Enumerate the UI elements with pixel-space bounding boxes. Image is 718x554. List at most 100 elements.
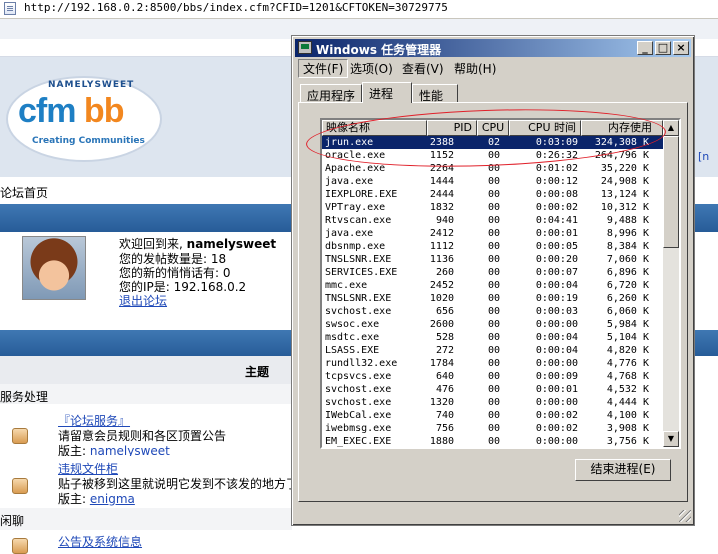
process-row[interactable]: Rtvscan.exe 940 00 0:04:41 9,488 K bbox=[322, 214, 663, 227]
process-pid: 1320 bbox=[429, 397, 454, 408]
process-mem: 5,984 K bbox=[606, 319, 649, 330]
menu-help[interactable]: 帮助(H) bbox=[450, 60, 500, 77]
maximize-button[interactable]: □ bbox=[655, 41, 671, 55]
process-pid: 2600 bbox=[429, 319, 454, 330]
process-cpu: 00 bbox=[488, 254, 501, 265]
process-name: svchost.exe bbox=[325, 397, 392, 408]
process-pid: 1444 bbox=[429, 176, 454, 187]
window-title: Windows 任务管理器 bbox=[316, 43, 442, 57]
title-bar[interactable]: Windows 任务管理器 _ □ × bbox=[295, 39, 691, 57]
process-time: 0:00:02 bbox=[535, 410, 578, 421]
process-name: msdtc.exe bbox=[325, 332, 380, 343]
address-url[interactable]: http://192.168.0.2:8500/bbs/index.cfm?CF… bbox=[24, 1, 448, 14]
process-time: 0:00:04 bbox=[535, 345, 578, 356]
process-time: 0:00:12 bbox=[535, 176, 578, 187]
process-mem: 8,384 K bbox=[606, 241, 649, 252]
task-manager-window: Windows 任务管理器 _ □ × 文件(F) 选项(O) 查看(V) 帮助… bbox=[291, 35, 695, 526]
process-mem: 4,768 K bbox=[606, 371, 649, 382]
vertical-scrollbar[interactable]: ▲ ▼ bbox=[663, 120, 679, 447]
forum-folder-icon bbox=[12, 478, 28, 494]
process-time: 0:00:03 bbox=[535, 306, 578, 317]
process-name: rundll32.exe bbox=[325, 358, 398, 369]
process-row[interactable]: IEXPLORE.EXE 2444 00 0:00:08 13,124 K bbox=[322, 188, 663, 201]
resize-grip[interactable] bbox=[679, 510, 691, 522]
process-cpu: 00 bbox=[488, 228, 501, 239]
process-mem: 4,100 K bbox=[606, 410, 649, 421]
process-row[interactable]: EM_EXEC.EXE 1880 00 0:00:00 3,756 K bbox=[322, 435, 663, 447]
process-time: 0:00:00 bbox=[535, 358, 578, 369]
process-cpu: 00 bbox=[488, 319, 501, 330]
right-edge-link[interactable]: [n bbox=[698, 150, 718, 163]
process-cpu: 00 bbox=[488, 267, 501, 278]
minimize-button[interactable]: _ bbox=[637, 41, 653, 55]
moderator-link[interactable]: enigma bbox=[90, 492, 135, 506]
close-button[interactable]: × bbox=[673, 41, 689, 55]
process-row[interactable]: swsoc.exe 2600 00 0:00:00 5,984 K bbox=[322, 318, 663, 331]
process-row[interactable]: svchost.exe 656 00 0:00:03 6,060 K bbox=[322, 305, 663, 318]
address-bar[interactable]: http://192.168.0.2:8500/bbs/index.cfm?CF… bbox=[0, 0, 718, 19]
process-name: mmc.exe bbox=[325, 280, 368, 291]
logo-cfm: cfm bbox=[18, 92, 76, 130]
process-mem: 3,908 K bbox=[606, 423, 649, 434]
process-time: 0:04:41 bbox=[535, 215, 578, 226]
process-time: 0:00:19 bbox=[535, 293, 578, 304]
end-process-button[interactable]: 结束进程(E) bbox=[575, 459, 671, 481]
process-row[interactable]: SERVICES.EXE 260 00 0:00:07 6,896 K bbox=[322, 266, 663, 279]
scroll-down-button[interactable]: ▼ bbox=[663, 431, 679, 447]
process-row[interactable]: IWebCal.exe 740 00 0:00:02 4,100 K bbox=[322, 409, 663, 422]
process-mem: 6,896 K bbox=[606, 267, 649, 278]
process-pid: 756 bbox=[435, 423, 454, 434]
process-time: 0:00:04 bbox=[535, 332, 578, 343]
forum-moderator: 版主: enigma bbox=[58, 490, 135, 507]
process-row[interactable]: msdtc.exe 528 00 0:00:04 5,104 K bbox=[322, 331, 663, 344]
process-pid: 2444 bbox=[429, 189, 454, 200]
process-row[interactable]: iwebmsg.exe 756 00 0:00:02 3,908 K bbox=[322, 422, 663, 435]
process-row[interactable]: java.exe 2412 00 0:00:01 8,996 K bbox=[322, 227, 663, 240]
process-row[interactable]: mmc.exe 2452 00 0:00:04 6,720 K bbox=[322, 279, 663, 292]
process-name: svchost.exe bbox=[325, 306, 392, 317]
process-cpu: 00 bbox=[488, 345, 501, 356]
menu-file[interactable]: 文件(F) bbox=[298, 59, 349, 78]
forum-logo[interactable]: NAMELYSWEET cfm bb Creating Communities bbox=[4, 66, 164, 166]
process-name: java.exe bbox=[325, 176, 374, 187]
process-cpu: 00 bbox=[488, 176, 501, 187]
process-name: EM_EXEC.EXE bbox=[325, 436, 392, 447]
tab-processes[interactable]: 进程 bbox=[362, 82, 412, 103]
process-row[interactable]: tcpsvcs.exe 640 00 0:00:09 4,768 K bbox=[322, 370, 663, 383]
process-time: 0:00:08 bbox=[535, 189, 578, 200]
process-name: dbsnmp.exe bbox=[325, 241, 386, 252]
breadcrumb[interactable]: 论坛首页 bbox=[0, 184, 48, 201]
process-name: IWebCal.exe bbox=[325, 410, 392, 421]
process-mem: 5,104 K bbox=[606, 332, 649, 343]
menu-options[interactable]: 选项(O) bbox=[346, 60, 397, 77]
process-row[interactable]: svchost.exe 476 00 0:00:01 4,532 K bbox=[322, 383, 663, 396]
process-cpu: 00 bbox=[488, 397, 501, 408]
process-mem: 6,720 K bbox=[606, 280, 649, 291]
process-pid: 476 bbox=[435, 384, 454, 395]
process-row[interactable]: svchost.exe 1320 00 0:00:00 4,444 K bbox=[322, 396, 663, 409]
process-row[interactable]: TNSLSNR.EXE 1020 00 0:00:19 6,260 K bbox=[322, 292, 663, 305]
process-time: 0:01:02 bbox=[535, 163, 578, 174]
process-cpu: 00 bbox=[488, 202, 501, 213]
process-list[interactable]: 映像名称 PID CPU CPU 时间 内存使用 jrun.exe 2388 02 0… bbox=[320, 118, 681, 449]
logout-link[interactable]: 退出论坛 bbox=[119, 292, 167, 309]
process-row[interactable]: rundll32.exe 1784 00 0:00:00 4,776 K bbox=[322, 357, 663, 370]
process-cpu: 00 bbox=[488, 358, 501, 369]
process-pid: 1832 bbox=[429, 202, 454, 213]
process-row[interactable]: TNSLSNR.EXE 1136 00 0:00:20 7,060 K bbox=[322, 253, 663, 266]
process-cpu: 00 bbox=[488, 436, 501, 447]
process-row[interactable]: java.exe 1444 00 0:00:12 24,908 K bbox=[322, 175, 663, 188]
scroll-thumb[interactable] bbox=[663, 136, 679, 248]
process-cpu: 00 bbox=[488, 189, 501, 200]
menu-view[interactable]: 查看(V) bbox=[398, 60, 448, 77]
process-mem: 4,444 K bbox=[606, 397, 649, 408]
tab-applications[interactable]: 应用程序 bbox=[300, 84, 362, 103]
process-pid: 1112 bbox=[429, 241, 454, 252]
tab-performance[interactable]: 性能 bbox=[412, 84, 458, 103]
process-row[interactable]: VPTray.exe 1832 00 0:00:02 10,312 K bbox=[322, 201, 663, 214]
process-row[interactable]: LSASS.EXE 272 00 0:00:04 4,820 K bbox=[322, 344, 663, 357]
process-row[interactable]: dbsnmp.exe 1112 00 0:00:05 8,384 K bbox=[322, 240, 663, 253]
forum-title-link[interactable]: 公告及系统信息 bbox=[58, 533, 142, 550]
process-pid: 656 bbox=[435, 306, 454, 317]
process-time: 0:00:04 bbox=[535, 280, 578, 291]
